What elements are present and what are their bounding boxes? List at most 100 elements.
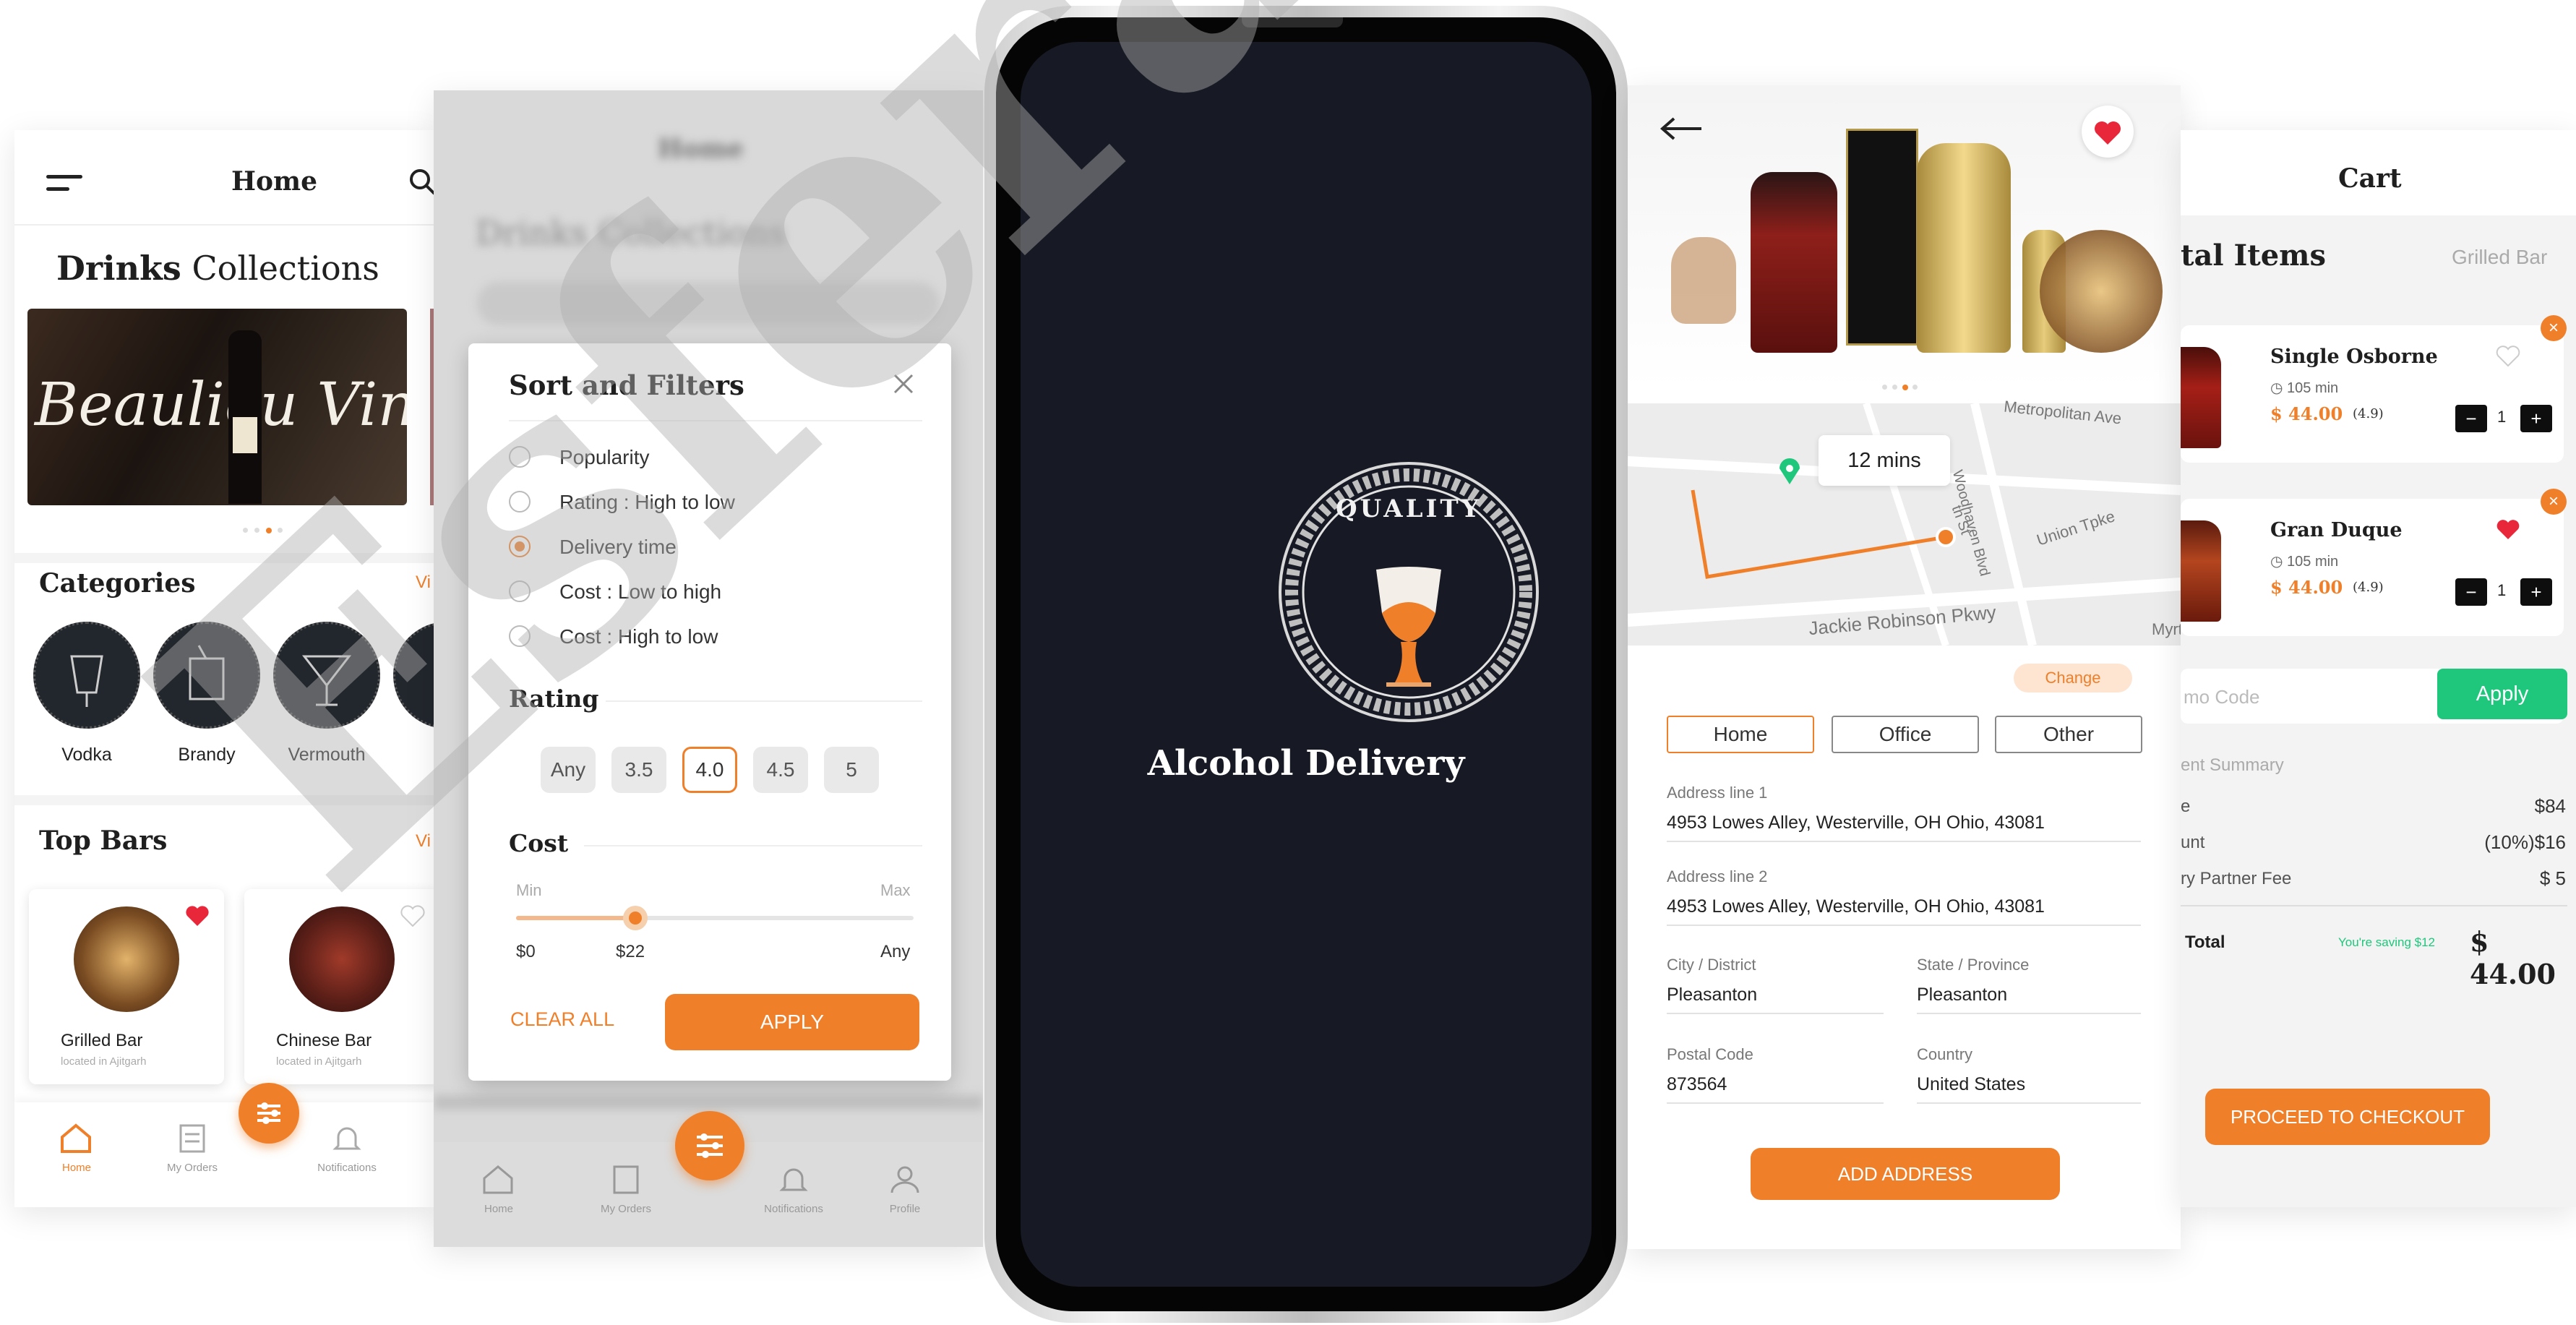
menu-icon[interactable] — [46, 175, 82, 191]
bar-location: located in Ajitgarh — [61, 1055, 147, 1068]
option-label: Cost : High to low — [559, 625, 718, 648]
add-address-button[interactable]: ADD ADDRESS — [1751, 1148, 2060, 1200]
bar-card-chinese[interactable]: Chinese Bar located in Ajitgarh — [244, 889, 434, 1084]
back-arrow-icon[interactable] — [1658, 114, 1704, 147]
category-vodka-button[interactable] — [33, 622, 140, 729]
proceed-to-checkout-button[interactable]: PROCEED TO CHECKOUT — [2205, 1089, 2490, 1145]
bell-icon[interactable] — [779, 1164, 808, 1199]
cost-title: Cost — [509, 829, 569, 857]
cost-selected-value: $22 — [616, 942, 645, 961]
heart-outline-icon[interactable] — [2496, 346, 2520, 371]
promo-apply-button[interactable]: Apply — [2437, 669, 2567, 719]
profile-icon[interactable] — [889, 1164, 921, 1199]
summary-row-value: (10%)$16 — [2484, 831, 2566, 853]
product-image — [2181, 347, 2221, 448]
top-bars-view-all-link[interactable]: Vi — [416, 831, 431, 852]
app-name: Alcohol Delivery — [1147, 743, 1465, 784]
rating-title: Rating — [509, 685, 599, 713]
clear-all-button[interactable]: CLEAR ALL — [510, 1008, 614, 1031]
item-price: $ 44.00 — [2270, 577, 2343, 598]
postal-field[interactable]: 873564 — [1667, 1074, 1884, 1104]
bar-card-grilled[interactable]: Grilled Bar located in Ajitgarh — [29, 889, 224, 1084]
rating-chip-3-5[interactable]: 3.5 — [611, 747, 666, 793]
search-icon[interactable] — [408, 168, 434, 200]
max-label: Max — [880, 881, 911, 899]
rating-chip-4-5[interactable]: 4.5 — [753, 747, 808, 793]
collection-banner[interactable]: Beaulieu Viney — [27, 309, 407, 505]
decrement-button[interactable]: − — [2455, 578, 2487, 606]
remove-item-icon[interactable]: × — [2541, 489, 2567, 515]
cost-slider[interactable] — [516, 906, 914, 930]
home-nav-icon[interactable] — [59, 1123, 93, 1158]
tab-other[interactable]: Other — [1995, 716, 2142, 753]
bar-name: Grilled Bar — [61, 1031, 143, 1050]
tab-office[interactable]: Office — [1832, 716, 1979, 753]
radio-selected[interactable] — [509, 536, 531, 557]
heart-icon[interactable] — [185, 905, 210, 930]
cart-item: Single Osborne ◷ 105 min $ 44.00 (4.9) −… — [2181, 315, 2567, 463]
top-bars-title: Top Bars — [39, 826, 168, 856]
category-more-button[interactable] — [393, 622, 434, 729]
nav-label: Home — [61, 1162, 91, 1174]
promo-code-row: mo Code Apply — [2181, 669, 2567, 724]
rating-chip-5[interactable]: 5 — [824, 747, 879, 793]
summary-title: ent Summary — [2181, 755, 2284, 775]
category-brandy-button[interactable] — [153, 622, 260, 729]
address-line2-field[interactable]: 4953 Lowes Alley, Westerville, OH Ohio, … — [1667, 896, 2141, 926]
collections-title: Drinks Collections — [56, 249, 379, 288]
category-vermouth-button[interactable] — [273, 622, 380, 729]
address-line1-field[interactable]: 4953 Lowes Alley, Westerville, OH Ohio, … — [1667, 812, 2141, 842]
orders-nav-icon[interactable] — [611, 1164, 640, 1199]
radio[interactable] — [509, 446, 531, 468]
option-label: Popularity — [559, 446, 650, 468]
category-label: Vodka — [61, 745, 112, 765]
cost-max-value: Any — [880, 942, 911, 961]
country-field[interactable]: United States — [1917, 1074, 2141, 1104]
city-field[interactable]: Pleasanton — [1667, 985, 1884, 1014]
nav-label: Home — [484, 1203, 513, 1215]
state-field[interactable]: Pleasanton — [1917, 985, 2141, 1014]
orders-nav-icon[interactable] — [178, 1123, 207, 1158]
nav-label: Notifications — [317, 1162, 377, 1174]
cart-header: Cart — [2181, 130, 2576, 215]
item-time: ◷ 105 min — [2270, 554, 2339, 570]
carousel-dots — [243, 528, 286, 533]
summary-row-label: unt — [2181, 833, 2205, 852]
favorite-button[interactable] — [2082, 106, 2134, 158]
bell-icon[interactable] — [332, 1123, 361, 1158]
home-nav-icon[interactable] — [481, 1164, 515, 1199]
remove-item-icon[interactable]: × — [2541, 315, 2567, 341]
increment-button[interactable]: + — [2520, 405, 2552, 432]
promo-code-input[interactable]: mo Code — [2184, 686, 2260, 708]
product-image — [2181, 520, 2221, 622]
radio[interactable] — [509, 491, 531, 513]
heart-outline-icon[interactable] — [400, 905, 425, 930]
decrement-button[interactable]: − — [2455, 405, 2487, 432]
route-map[interactable]: 12 mins Metropolitan Ave Woodhaven Blvd … — [1628, 398, 2181, 647]
filter-fab-button[interactable] — [239, 1083, 299, 1144]
rating-chip-4-0[interactable]: 4.0 — [682, 747, 737, 793]
category-label: Vermouth — [288, 745, 366, 765]
filter-screen: Home Drinks Collections Sort and Filters… — [434, 90, 983, 1247]
filter-fab-button[interactable] — [675, 1111, 744, 1180]
apply-button[interactable]: APPLY — [665, 994, 919, 1050]
cart-bar-name: Grilled Bar — [2452, 246, 2548, 268]
heart-icon[interactable] — [2496, 519, 2520, 544]
change-button[interactable]: Change — [2014, 664, 2132, 692]
martini-glass-icon — [301, 655, 352, 706]
nav-label: My Orders — [166, 1162, 218, 1174]
splash-screen: QUALITY Alcohol Delivery — [1021, 42, 1592, 1287]
item-time: ◷ 105 min — [2270, 380, 2339, 396]
summary-row-label: e — [2181, 797, 2191, 816]
radio[interactable] — [509, 580, 531, 602]
rating-chip-any[interactable]: Any — [541, 747, 596, 793]
heart-icon — [2095, 121, 2121, 145]
option-label: Delivery time — [559, 536, 677, 558]
increment-button[interactable]: + — [2520, 578, 2552, 606]
radio[interactable] — [509, 625, 531, 647]
category-label: Brandy — [178, 745, 236, 765]
slider-thumb[interactable] — [623, 906, 648, 930]
tab-home[interactable]: Home — [1667, 716, 1814, 753]
close-icon[interactable] — [890, 371, 916, 400]
categories-view-all-link[interactable]: Vi — [416, 573, 431, 593]
